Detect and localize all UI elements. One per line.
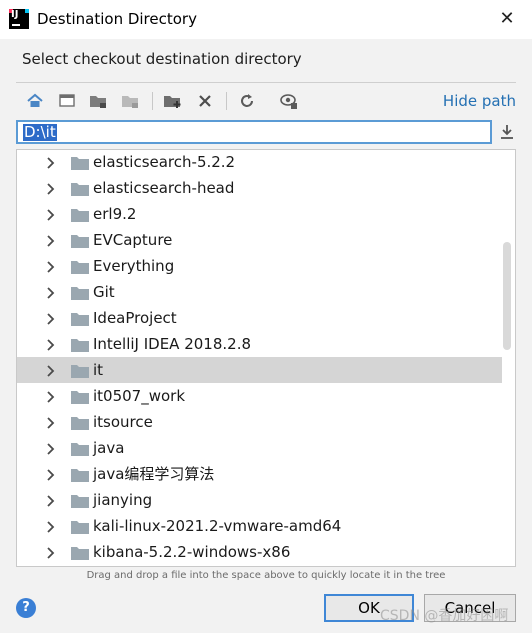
toolbar: Hide path — [18, 88, 516, 114]
folder-icon — [71, 493, 89, 508]
desktop-icon[interactable] — [56, 90, 78, 112]
tree-row[interactable]: Git — [17, 279, 502, 305]
tree-row[interactable]: Everything — [17, 253, 502, 279]
tree-row-label: itsource — [93, 413, 153, 431]
folder-icon — [71, 233, 89, 248]
chevron-right-icon[interactable] — [43, 337, 57, 351]
tree-row-label: Everything — [93, 257, 175, 275]
window-title: Destination Directory — [37, 10, 197, 28]
chevron-right-icon[interactable] — [43, 493, 57, 507]
tree-row[interactable]: itsource — [17, 409, 502, 435]
tree-scrollbar[interactable] — [503, 242, 511, 350]
tree-row-label: it0507_work — [93, 387, 186, 405]
module-folder-icon[interactable] — [120, 90, 142, 112]
help-button[interactable]: ? — [16, 598, 36, 618]
download-icon[interactable] — [497, 122, 517, 142]
chevron-right-icon[interactable] — [43, 259, 57, 273]
folder-icon — [71, 389, 89, 404]
show-hidden-icon[interactable] — [278, 90, 300, 112]
new-folder-icon[interactable] — [162, 90, 184, 112]
folder-icon — [71, 259, 89, 274]
project-folder-icon[interactable] — [88, 90, 110, 112]
chevron-right-icon[interactable] — [43, 415, 57, 429]
tree-row[interactable]: it — [17, 357, 502, 383]
ok-button-label: OK — [358, 599, 380, 617]
folder-icon — [71, 545, 89, 560]
delete-icon[interactable] — [194, 90, 216, 112]
tree-row-label: kali-linux-2021.2-vmware-amd64 — [93, 517, 342, 535]
tree-row[interactable]: erl9.2 — [17, 201, 502, 227]
watermark: CSDN @香加好困啊 — [380, 608, 509, 624]
refresh-icon[interactable] — [236, 90, 258, 112]
folder-icon — [71, 467, 89, 482]
tree-row[interactable]: java编程学习算法 — [17, 461, 502, 487]
tree-row[interactable]: kibana-5.2.2-windows-x86 — [17, 539, 502, 565]
chevron-right-icon[interactable] — [43, 207, 57, 221]
folder-icon — [71, 519, 89, 534]
tree-row[interactable]: EVCapture — [17, 227, 502, 253]
chevron-right-icon[interactable] — [43, 233, 57, 247]
path-input-value: D:\it — [23, 123, 57, 141]
hide-path-link[interactable]: Hide path — [443, 91, 516, 111]
tree-row-label: kibana-5.2.2-windows-x86 — [93, 543, 291, 561]
folder-icon — [71, 155, 89, 170]
folder-icon — [71, 285, 89, 300]
tree-row-label: jianying — [93, 491, 153, 509]
chevron-right-icon[interactable] — [43, 155, 57, 169]
close-button[interactable]: ✕ — [494, 6, 520, 32]
directory-tree[interactable]: elasticsearch-5.2.2 elasticsearch-head erl… — [16, 149, 516, 567]
tree-row-label: java — [93, 439, 125, 457]
tree-row[interactable]: kali-linux-2021.2-vmware-amd64 — [17, 513, 502, 539]
toolbar-separator — [152, 92, 153, 110]
tree-row[interactable]: elasticsearch-5.2.2 — [17, 150, 502, 175]
tree-row-label: elasticsearch-head — [93, 179, 235, 197]
tree-row-label: erl9.2 — [93, 205, 137, 223]
chevron-right-icon[interactable] — [43, 389, 57, 403]
tree-row-label: IdeaProject — [93, 309, 177, 327]
chevron-right-icon[interactable] — [43, 545, 57, 559]
folder-icon — [71, 337, 89, 352]
tree-row[interactable]: java — [17, 435, 502, 461]
tree-row-label: IntelliJ IDEA 2018.2.8 — [93, 335, 252, 353]
tree-row-label: it — [93, 361, 104, 379]
chevron-right-icon[interactable] — [43, 441, 57, 455]
intellij-icon: IJ — [9, 9, 29, 29]
chevron-right-icon[interactable] — [43, 519, 57, 533]
chevron-right-icon[interactable] — [43, 311, 57, 325]
home-icon[interactable] — [24, 90, 46, 112]
tree-row-label: Git — [93, 283, 115, 301]
chevron-right-icon[interactable] — [43, 181, 57, 195]
tree-row[interactable]: IdeaProject — [17, 305, 502, 331]
tree-row-label: elasticsearch-5.2.2 — [93, 153, 236, 171]
tree-row[interactable]: elasticsearch-head — [17, 175, 502, 201]
folder-icon — [71, 311, 89, 326]
tree-row[interactable]: it0507_work — [17, 383, 502, 409]
chevron-right-icon[interactable] — [43, 285, 57, 299]
folder-icon — [71, 363, 89, 378]
tree-row[interactable]: IntelliJ IDEA 2018.2.8 — [17, 331, 502, 357]
path-input[interactable]: D:\it — [16, 120, 492, 144]
divider — [16, 82, 516, 83]
dialog-subtitle: Select checkout destination directory — [22, 50, 302, 68]
tree-row-label: java编程学习算法 — [93, 465, 215, 483]
folder-icon — [71, 181, 89, 196]
folder-icon — [71, 207, 89, 222]
toolbar-separator — [226, 92, 227, 110]
tree-row-label: EVCapture — [93, 231, 173, 249]
drag-drop-hint: Drag and drop a file into the space abov… — [86, 570, 446, 581]
chevron-right-icon[interactable] — [43, 467, 57, 481]
folder-icon — [71, 441, 89, 456]
chevron-right-icon[interactable] — [43, 363, 57, 377]
title-bar: IJ Destination Directory ✕ — [0, 0, 532, 39]
tree-row[interactable]: jianying — [17, 487, 502, 513]
folder-icon — [71, 415, 89, 430]
